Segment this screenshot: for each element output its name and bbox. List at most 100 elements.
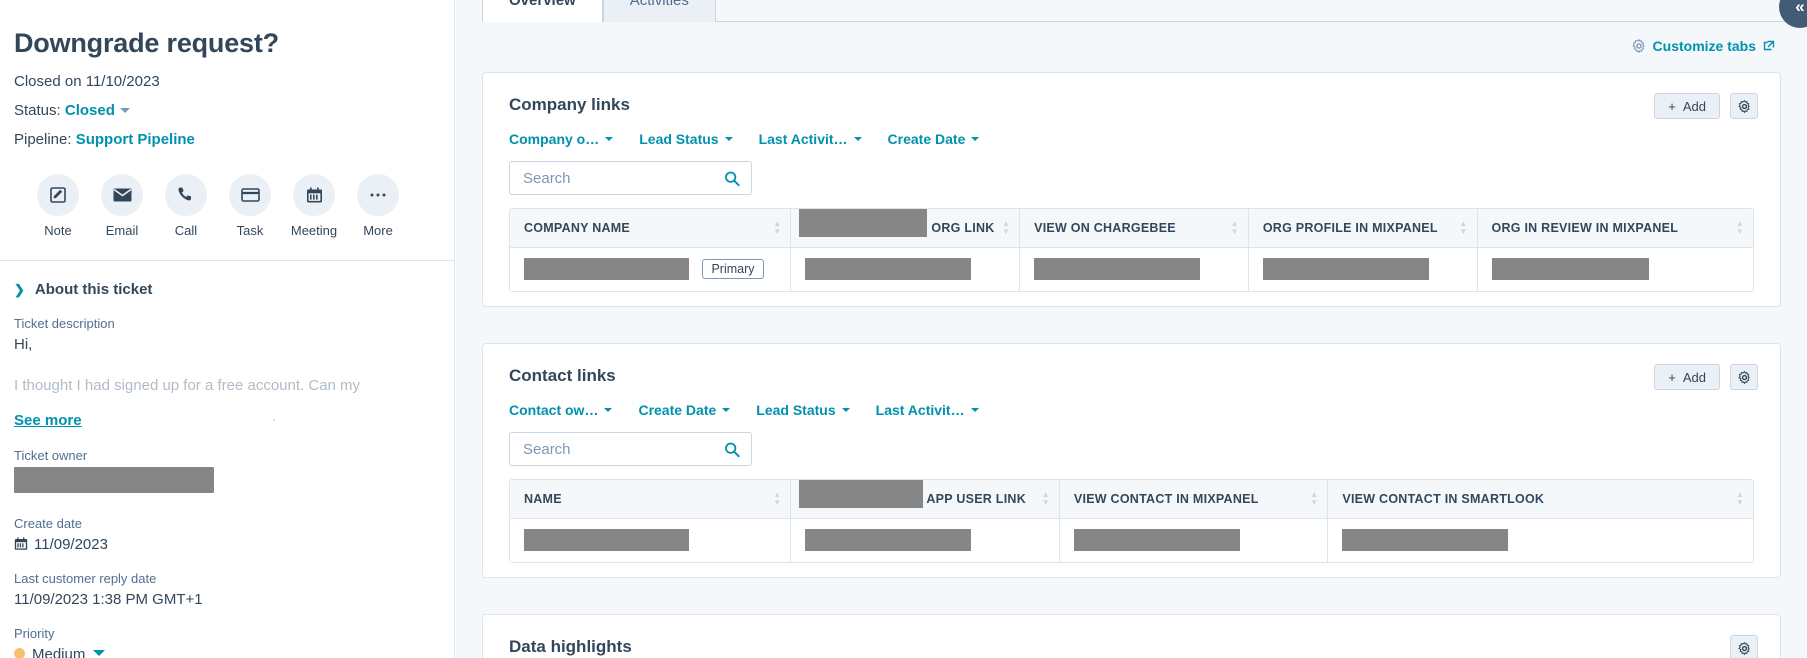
search-icon[interactable]: [724, 170, 740, 187]
contact-links-title: Contact links: [509, 366, 616, 385]
add-contact-link-button[interactable]: + Add: [1654, 364, 1720, 390]
filter-lead-status[interactable]: Lead Status: [639, 131, 733, 147]
chevron-down-icon[interactable]: ❯: [14, 283, 25, 296]
tab-overview[interactable]: Overview: [482, 0, 603, 22]
col-org-profile-in-mixpanel[interactable]: ORG PROFILE IN MIXPANEL ▲ ▼: [1248, 209, 1478, 248]
filter-create-date[interactable]: Create Date: [888, 131, 980, 147]
company-links-property-filters: Company o… Lead Status Last Activit… Cre…: [483, 115, 1780, 147]
col-company-name[interactable]: COMPANY NAME ▲ ▼: [510, 209, 792, 248]
filter-lead-status[interactable]: Lead Status: [756, 402, 850, 418]
sort-icon[interactable]: ▲ ▼: [1736, 490, 1744, 506]
filter-contact-owner[interactable]: Contact ow…: [509, 402, 613, 418]
status-value-dropdown[interactable]: Closed: [65, 102, 115, 119]
cell-org-in-review-in-mixpanel[interactable]: [1477, 247, 1753, 291]
chargebee-redaction: [1034, 258, 1201, 281]
sort-icon[interactable]: ▲ ▼: [1310, 490, 1318, 506]
filter-create-date[interactable]: Create Date: [638, 402, 731, 418]
filter-company-owner[interactable]: Company o…: [509, 131, 614, 147]
sort-icon[interactable]: ▲ ▼: [1231, 219, 1239, 235]
col-view-on-chargebee[interactable]: VIEW ON CHARGEBEE ▲ ▼: [1019, 209, 1249, 248]
external-link-icon: [1763, 40, 1775, 51]
sort-icon[interactable]: ▲ ▼: [773, 219, 781, 235]
company-links-card: Company links + Add Company o… Lead Stat…: [482, 72, 1781, 307]
resize-dot: ·: [272, 414, 276, 426]
customize-tabs-link[interactable]: Customize tabs: [1631, 38, 1775, 54]
filter-last-activity[interactable]: Last Activit…: [876, 402, 979, 418]
ticket-owner-redaction[interactable]: [14, 467, 214, 493]
action-call-label: Call: [174, 223, 198, 238]
cell-view-on-chargebee[interactable]: [1019, 247, 1249, 291]
cell-app-user-link[interactable]: [790, 518, 1060, 562]
about-this-ticket-section[interactable]: ❯ About this ticket: [14, 281, 440, 298]
sort-icon[interactable]: ▲ ▼: [1042, 490, 1050, 506]
double-chevron-left-icon: «: [1795, 0, 1805, 16]
ticket-description-label: Ticket description: [14, 316, 115, 331]
col-app-user-link[interactable]: APP USER LINK ▲ ▼: [790, 480, 1060, 519]
add-label: Add: [1682, 369, 1706, 385]
action-call[interactable]: Call: [162, 174, 210, 238]
col-view-contact-in-smartlook[interactable]: VIEW CONTACT IN SMARTLOOK ▲ ▼: [1327, 480, 1753, 519]
chevron-down-icon[interactable]: [119, 108, 130, 113]
chevron-down-icon[interactable]: [93, 650, 106, 656]
col-org-in-review-in-mixpanel[interactable]: ORG IN REVIEW IN MIXPANEL ▲ ▼: [1477, 209, 1753, 248]
action-email[interactable]: Email: [98, 174, 146, 238]
cell-org-profile-in-mixpanel[interactable]: [1248, 247, 1478, 291]
action-task-label: Task: [236, 223, 264, 238]
add-company-link-button[interactable]: + Add: [1654, 93, 1720, 119]
tab-activities[interactable]: Activities: [602, 0, 716, 22]
collapse-panel-button[interactable]: «: [1779, 0, 1807, 28]
ticket-owner-label: Ticket owner: [14, 448, 88, 463]
col-app-user-link-label: APP USER LINK: [926, 491, 1026, 506]
cell-company-name[interactable]: Primary: [510, 247, 792, 291]
priority-row[interactable]: Medium: [14, 646, 440, 658]
call-icon: [165, 174, 207, 216]
action-note[interactable]: Note: [34, 174, 82, 238]
table-header-row: NAME ▲ ▼ APP USER LINK ▲ ▼ VIEW CONTACT IN…: [510, 480, 1753, 519]
card-bottom-padding: [483, 563, 1780, 585]
filter-last-activity[interactable]: Last Activit…: [759, 131, 862, 147]
table-row[interactable]: Primary: [510, 247, 1753, 291]
status-label: Status:: [14, 102, 61, 119]
contact-links-settings-button[interactable]: [1730, 364, 1758, 390]
see-more-link[interactable]: See more: [14, 412, 82, 429]
cell-view-contact-in-smartlook[interactable]: [1327, 518, 1753, 562]
ticket-description-line1: Hi,: [14, 336, 33, 353]
sort-icon[interactable]: ▲ ▼: [773, 490, 781, 506]
company-links-search-box[interactable]: [509, 161, 752, 195]
data-highlights-title: Data highlights: [509, 637, 632, 656]
chevron-down-icon: [841, 408, 850, 412]
pipeline-row: Pipeline: Support Pipeline: [14, 131, 440, 148]
status-row: Status: Closed: [14, 102, 440, 119]
search-input[interactable]: [521, 168, 724, 188]
cell-name[interactable]: [510, 518, 792, 562]
action-more[interactable]: More: [354, 174, 402, 238]
col-view-contact-in-mixpanel[interactable]: VIEW CONTACT IN MIXPANEL ▲ ▼: [1059, 480, 1329, 519]
cell-view-contact-in-mixpanel[interactable]: [1059, 518, 1329, 562]
col-name[interactable]: NAME ▲ ▼: [510, 480, 792, 519]
sort-icon[interactable]: ▲ ▼: [1002, 219, 1010, 235]
pipeline-value-link[interactable]: Support Pipeline: [76, 131, 195, 148]
app-user-link-redaction: [805, 529, 972, 552]
filter-last-activity-label: Last Activit…: [758, 131, 848, 147]
gear-icon: [1631, 39, 1645, 53]
sort-icon[interactable]: ▲ ▼: [1459, 219, 1467, 235]
chevron-down-icon: [604, 408, 613, 412]
data-highlights-settings-button[interactable]: [1730, 635, 1758, 658]
contact-links-property-filters: Contact ow… Create Date Lead Status Last…: [483, 386, 1780, 418]
table-header-row: COMPANY NAME ▲ ▼ ORG LINK ▲ ▼ VIEW ON CHAR…: [510, 209, 1753, 248]
col-org-link[interactable]: ORG LINK ▲ ▼: [790, 209, 1021, 248]
search-icon[interactable]: [724, 441, 740, 458]
action-email-label: Email: [105, 223, 139, 238]
chevron-down-icon: [722, 408, 731, 412]
table-row[interactable]: [510, 518, 1753, 562]
contact-links-search-box[interactable]: [509, 432, 752, 466]
priority-label: Priority: [14, 626, 55, 641]
action-meeting[interactable]: Meeting: [290, 174, 338, 238]
action-task[interactable]: Task: [226, 174, 274, 238]
cell-org-link[interactable]: [790, 247, 1021, 291]
sort-icon[interactable]: ▲ ▼: [1736, 219, 1744, 235]
pipeline-label: Pipeline:: [14, 131, 72, 148]
search-input[interactable]: [521, 439, 724, 459]
company-links-settings-button[interactable]: [1730, 93, 1758, 119]
plus-icon: +: [1668, 98, 1676, 114]
